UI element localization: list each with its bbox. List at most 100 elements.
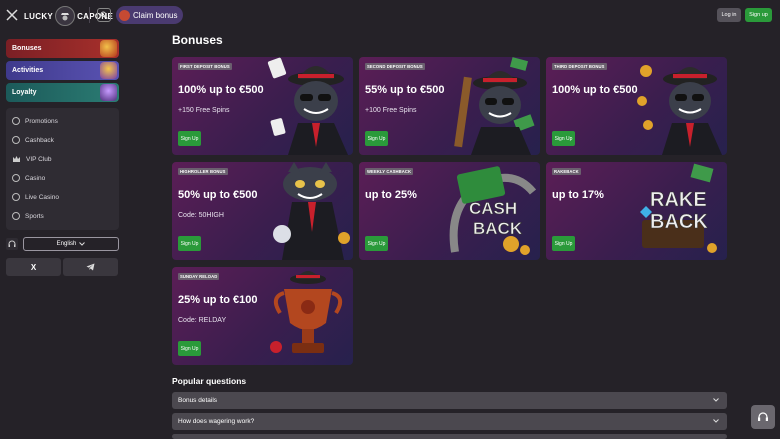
sidebar-card-label: Bonuses [12, 45, 42, 52]
sidebar-item-vip-club[interactable]: VIP Club [12, 153, 52, 165]
cashback-art: CASH BACK [449, 166, 537, 255]
logo-text-left: LUCKY [24, 11, 54, 21]
gangster-cat-gun-art [454, 57, 535, 155]
sidebar-item-live-casino[interactable]: Live Casino [12, 191, 59, 203]
sidebar-item-label: VIP Club [26, 155, 52, 163]
promotions-icon [12, 117, 20, 125]
activities-art-icon [100, 62, 117, 79]
close-icon[interactable] [6, 9, 18, 21]
chevron-down-icon [79, 242, 86, 246]
sidebar-item-cashback[interactable]: Cashback [12, 134, 54, 146]
sidebar-item-casino[interactable]: Casino [12, 172, 45, 184]
sidebar-item-label: Live Casino [25, 193, 59, 201]
language-select[interactable]: English [23, 237, 119, 251]
sidebar-item-label: Casino [25, 174, 46, 182]
rakeback-art: RAKE BACK [640, 163, 717, 253]
logo-badge-icon [55, 6, 76, 26]
sidebar-card-bonuses[interactable]: Bonuses [6, 39, 119, 58]
card-signup-button[interactable]: Sign Up [365, 131, 388, 146]
faq-item-bonus-details[interactable]: Bonus details [172, 392, 727, 409]
bonus-art-icon [100, 40, 117, 57]
rakeback-art-word-1: RAKE [650, 189, 707, 211]
trophy-art [270, 271, 343, 353]
bonus-card-sunday-reload: SUNDAY RELOAD 25% up to €100 Code: RELDA… [172, 267, 353, 365]
bonus-card-rakeback: RAKEBACK up to 17% Sign Up RAKE BACK [546, 162, 727, 260]
card-tag: HIGHROLLER BONUS [178, 168, 228, 175]
card-tag: FIRST DEPOSIT BONUS [178, 63, 232, 70]
faq-title: Popular questions [172, 376, 247, 386]
card-signup-button[interactable]: Sign Up [178, 131, 201, 146]
card-subtitle: Code: RELDAY [178, 317, 227, 324]
sidebar-card-label: Activities [12, 67, 44, 74]
card-signup-button[interactable]: Sign Up [365, 236, 388, 251]
card-signup-button[interactable]: Sign Up [552, 236, 575, 251]
loyalty-art-icon [100, 84, 117, 101]
sidebar-item-sports[interactable]: Sports [12, 210, 44, 222]
sports-icon [12, 212, 20, 220]
chevron-down-icon [713, 419, 719, 423]
card-signup-button[interactable]: Sign Up [178, 341, 201, 356]
claim-bonus-label: Claim bonus [133, 10, 178, 20]
x-icon: X [30, 262, 37, 272]
faq-item-wagering[interactable]: How does wagering work? [172, 413, 727, 430]
sidebar-card-loyalty[interactable]: Loyalty [6, 83, 119, 102]
gangster-cat-coins-art [637, 65, 722, 155]
card-subtitle: Code: 50HIGH [178, 212, 224, 219]
card-headline: 100% up to €500 [552, 84, 638, 96]
card-subtitle: +150 Free Spins [178, 107, 230, 114]
sidebar-card-label: Loyalty [12, 89, 37, 96]
casino-icon [12, 174, 20, 182]
bonus-card-highroller: HIGHROLLER BONUS 50% up to €500 Code: 50… [172, 162, 353, 260]
cashback-art-word-2: BACK [473, 219, 523, 238]
highroller-cat-art [273, 162, 350, 260]
faq-question: Bonus details [178, 397, 218, 404]
faq-item-partial[interactable] [172, 434, 727, 439]
chevron-down-icon [713, 398, 719, 402]
card-tag: SUNDAY RELOAD [178, 273, 220, 280]
card-headline: 25% up to €100 [178, 294, 258, 306]
header-divider [89, 7, 90, 23]
language-label: English [56, 241, 77, 247]
card-headline: up to 25% [365, 189, 417, 201]
card-tag: WEEKLY CASHBACK [365, 168, 414, 175]
headset-icon[interactable] [6, 238, 18, 250]
search-button[interactable] [97, 8, 111, 22]
bonus-card-weekly-cashback: WEEKLY CASHBACK up to 25% Sign Up CASH B… [359, 162, 540, 260]
support-chat-button[interactable] [751, 405, 775, 429]
telegram-social-button[interactable] [63, 258, 118, 276]
bonus-card-first-deposit: FIRST DEPOSIT BONUS 100% up to €500 +150… [172, 57, 353, 155]
card-headline: 100% up to €500 [178, 84, 264, 96]
x-social-button[interactable]: X [6, 258, 61, 276]
card-headline: 55% up to €500 [365, 84, 445, 96]
sidebar-card-activities[interactable]: Activities [6, 61, 119, 80]
card-signup-button[interactable]: Sign Up [178, 236, 201, 251]
bonus-card-second-deposit: SECOND DEPOSIT BONUS 55% up to €500 +100… [359, 57, 540, 155]
live-casino-icon [12, 193, 20, 201]
card-tag: SECOND DEPOSIT BONUS [365, 63, 425, 70]
cashback-art-word-1: CASH [469, 199, 517, 218]
search-icon [100, 11, 108, 19]
sidebar-menu: Promotions Cashback VIP Club Casino Live… [6, 108, 119, 230]
claim-bonus-button[interactable]: Claim bonus [116, 6, 184, 24]
telegram-icon [86, 263, 95, 271]
card-signup-button[interactable]: Sign Up [552, 131, 575, 146]
top-bar: LUCKY CAPONE Claim bonus Log in Sign up [0, 0, 780, 32]
login-button[interactable]: Log in [717, 8, 741, 22]
sidebar-item-label: Cashback [25, 136, 54, 144]
sidebar-item-promotions[interactable]: Promotions [12, 115, 58, 127]
card-tag: RAKEBACK [552, 168, 581, 175]
page-title: Bonuses [172, 33, 223, 47]
card-headline: up to 17% [552, 189, 604, 201]
cashback-icon [12, 136, 20, 144]
faq-question: How does wagering work? [178, 418, 255, 425]
card-subtitle: +100 Free Spins [365, 107, 417, 114]
language-row: English [6, 237, 119, 251]
signup-button[interactable]: Sign up [745, 8, 772, 22]
card-tag: THIRD DEPOSIT BONUS [552, 63, 607, 70]
card-headline: 50% up to €500 [178, 189, 258, 201]
gift-icon [119, 9, 130, 21]
gangster-cat-art [267, 57, 348, 155]
sidebar-item-label: Promotions [25, 117, 58, 125]
rakeback-art-word-2: BACK [650, 211, 708, 233]
crown-icon [13, 156, 20, 162]
